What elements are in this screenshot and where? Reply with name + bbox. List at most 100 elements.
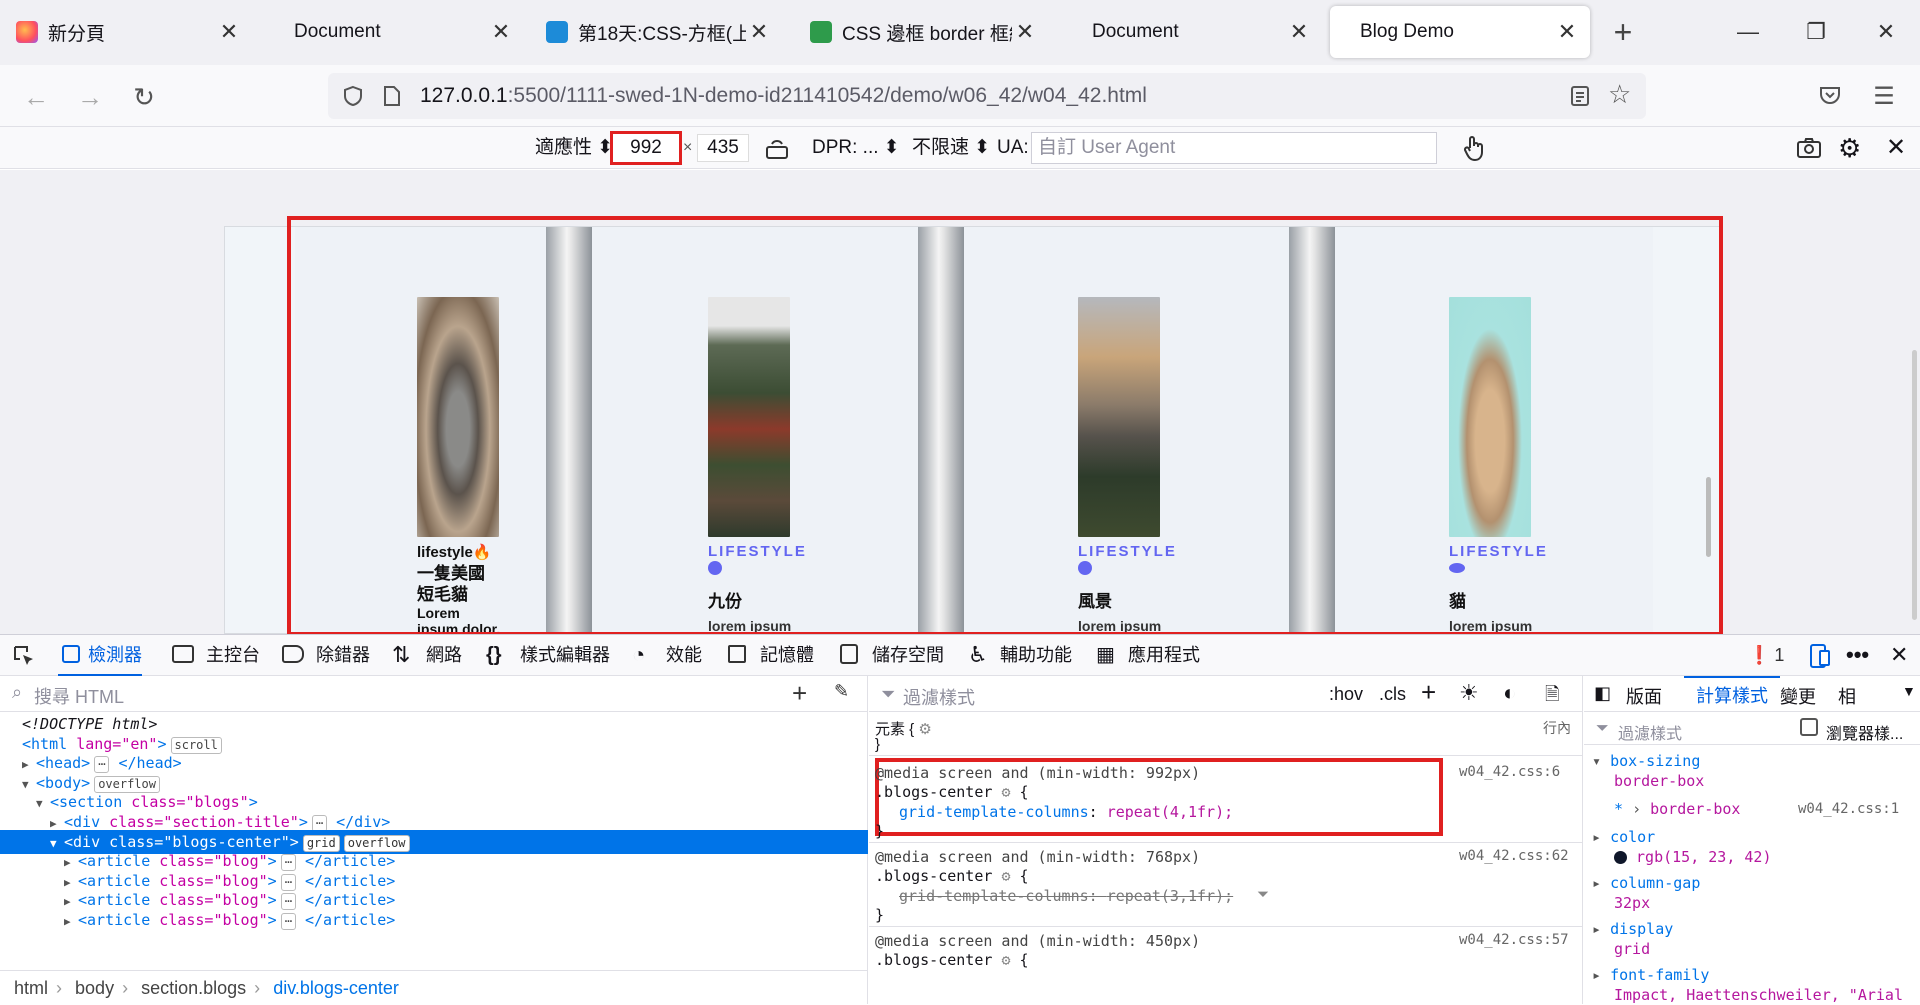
new-tab-button[interactable]: + [1605,14,1641,50]
close-tab-icon[interactable]: ✕ [1286,19,1312,45]
tab-computed[interactable]: 計算樣式 [1684,676,1780,712]
expand-arrow-icon[interactable]: ▶ [64,910,78,934]
minimize-button[interactable]: — [1728,14,1768,50]
computed-filter-input[interactable]: 過濾樣式 [1618,720,1682,744]
close-tab-icon[interactable]: ✕ [216,19,242,45]
url-text[interactable]: 127.0.0.1:5500/1111-swed-1N-demo-id21141… [420,73,1147,119]
reload-icon[interactable]: ↻ [126,79,162,115]
dark-scheme-icon[interactable]: ◐ [1503,680,1516,706]
tab-document-1[interactable]: Document ✕ [262,6,524,58]
rotate-viewport-icon[interactable] [764,137,790,161]
print-media-icon[interactable]: 🗎 [1545,682,1559,712]
closing-tag: </article> [295,891,396,910]
tab-inspector[interactable]: 檢測器 [58,635,142,676]
breadcrumb-item-current[interactable]: div.blogs-center [273,978,399,998]
tab-application[interactable]: ▦ 應用程式 [1096,635,1200,675]
computed-property[interactable]: ▸ column-gap [1592,874,1700,892]
chevron-down-icon[interactable]: ▼ [1902,683,1916,699]
node-badge[interactable]: ⋯ [280,913,296,930]
filter-styles-input[interactable]: 過濾樣式 [903,684,975,710]
overridden-filter-icon[interactable]: ⏷ [1257,886,1269,903]
pocket-icon[interactable] [1818,83,1842,107]
search-icon: ⌕ [12,682,23,702]
tab-performance[interactable]: ◔ 效能 [632,635,702,675]
rule-declaration-overridden[interactable]: grid-template-columns: repeat(3,1fr); [899,887,1233,905]
computed-source-rule[interactable]: * › border-box [1614,800,1740,818]
close-tab-icon[interactable]: ✕ [746,19,772,45]
html-search-bar[interactable]: ⌕ 搜尋 HTML + ✎ [0,676,867,712]
user-agent-input[interactable]: 自訂 User Agent [1031,132,1437,164]
gear-icon[interactable]: ⚙ [1001,951,1010,969]
tab-changes[interactable]: 變更 [1780,683,1816,709]
tab-debugger[interactable]: 除錯器 [282,635,370,675]
close-window-button[interactable]: ✕ [1866,14,1906,50]
rule-declaration[interactable]: grid-template-columns: repeat(4,1fr); [899,803,1233,821]
tab-new-tab[interactable]: 新分頁 ✕ [0,6,252,58]
cls-toggle[interactable]: .cls [1379,684,1406,705]
restore-button[interactable]: ❐ [1796,14,1836,50]
computed-property[interactable]: ▸ color [1592,828,1655,846]
tab-style-editor[interactable]: {} 樣式編輯器 [486,635,610,675]
tab-console[interactable]: 主控台 [172,635,260,675]
menu-icon[interactable]: ☰ [1866,79,1902,115]
eyedropper-icon[interactable]: ✎ [834,681,849,702]
html-search-input[interactable]: 搜尋 HTML [34,683,124,709]
dpr-selector[interactable]: DPR: ... ⬍ [812,127,900,169]
add-node-icon[interactable]: + [792,678,807,709]
screenshot-icon[interactable] [1796,136,1822,160]
close-rdm-icon[interactable]: ✕ [1886,127,1906,169]
page-info-icon[interactable] [382,85,402,107]
touch-simulation-icon[interactable] [1461,134,1487,162]
element-picker-icon[interactable] [12,644,36,668]
more-options-icon[interactable]: ••• [1846,635,1869,675]
tab-storage[interactable]: 儲存空間 [838,635,944,675]
add-rule-icon[interactable]: + [1421,677,1436,708]
network-throttling-selector[interactable]: 不限速 ⬍ [912,127,990,169]
close-tab-icon[interactable]: ✕ [488,19,514,45]
breadcrumb-item[interactable]: section.blogs [141,978,246,998]
light-scheme-icon[interactable]: ☀ [1459,680,1479,706]
computed-property[interactable]: ▸ display [1592,920,1673,938]
rule-source-link[interactable]: w04_42.css:6 [1459,764,1560,780]
tab-fonts[interactable]: 相 [1838,683,1856,709]
rule-source-link[interactable]: w04_42.css:62 [1459,848,1569,864]
tab-network[interactable]: ⇅ 網路 [392,635,462,675]
tab-blog-demo[interactable]: Blog Demo ✕ [1330,6,1590,58]
forward-icon[interactable]: → [72,79,108,115]
tab-memory[interactable]: 記憶體 [726,635,814,675]
device-selector[interactable]: 適應性 ⬍ [535,127,613,169]
close-tab-icon[interactable]: ✕ [1012,19,1038,45]
color-swatch[interactable] [1614,851,1627,864]
markup-node[interactable]: ▶ <article class="blog"> ⋯ </article> [0,908,868,932]
browser-styles-checkbox[interactable] [1800,718,1818,736]
shield-icon[interactable] [342,85,364,107]
rule-source-link[interactable]: w04_42.css:1 [1798,801,1899,817]
rule-source-link[interactable]: w04_42.css:57 [1459,932,1569,948]
bookmark-star-icon[interactable]: ☆ [1608,79,1631,110]
responsive-design-mode-icon[interactable] [1808,643,1832,669]
viewport-height-input[interactable]: 435 [697,134,749,162]
tab-accessibility[interactable]: ♿ 輔助功能 [966,635,1072,675]
hov-toggle[interactable]: :hov [1329,684,1363,705]
tab-css-border[interactable]: CSS 邊框 border 框線 ✕ [794,6,1048,58]
viewport-width-input[interactable]: 992 [610,131,682,165]
tab-layout[interactable]: 版面 [1626,683,1662,709]
settings-gear-icon[interactable]: ⚙ [1838,127,1861,169]
url-bar[interactable]: 127.0.0.1:5500/1111-swed-1N-demo-id21141… [328,73,1646,119]
gear-icon[interactable]: ⚙ [1001,783,1010,801]
tab-ithome-article[interactable]: 第18天:CSS-方框(上) - ✕ [530,6,782,58]
close-devtools-icon[interactable]: ✕ [1890,635,1908,675]
error-count-badge[interactable]: ❗ 1 [1748,635,1784,675]
close-tab-icon[interactable]: ✕ [1554,19,1580,45]
gear-icon[interactable]: ⚙ [918,721,931,738]
back-icon[interactable]: ← [18,79,54,115]
computed-property[interactable]: ▾ box-sizing [1592,752,1700,770]
computed-property[interactable]: ▸ font-family [1592,966,1709,984]
breadcrumb-item[interactable]: html [14,978,48,998]
reader-view-icon[interactable] [1570,85,1590,107]
gear-icon[interactable]: ⚙ [1001,867,1010,885]
tab-document-2[interactable]: Document ✕ [1060,6,1322,58]
toggle-sidebar-icon[interactable]: ◧ [1594,683,1611,704]
viewport-scrollbar[interactable] [1912,350,1917,620]
breadcrumb-item[interactable]: body [75,978,114,998]
